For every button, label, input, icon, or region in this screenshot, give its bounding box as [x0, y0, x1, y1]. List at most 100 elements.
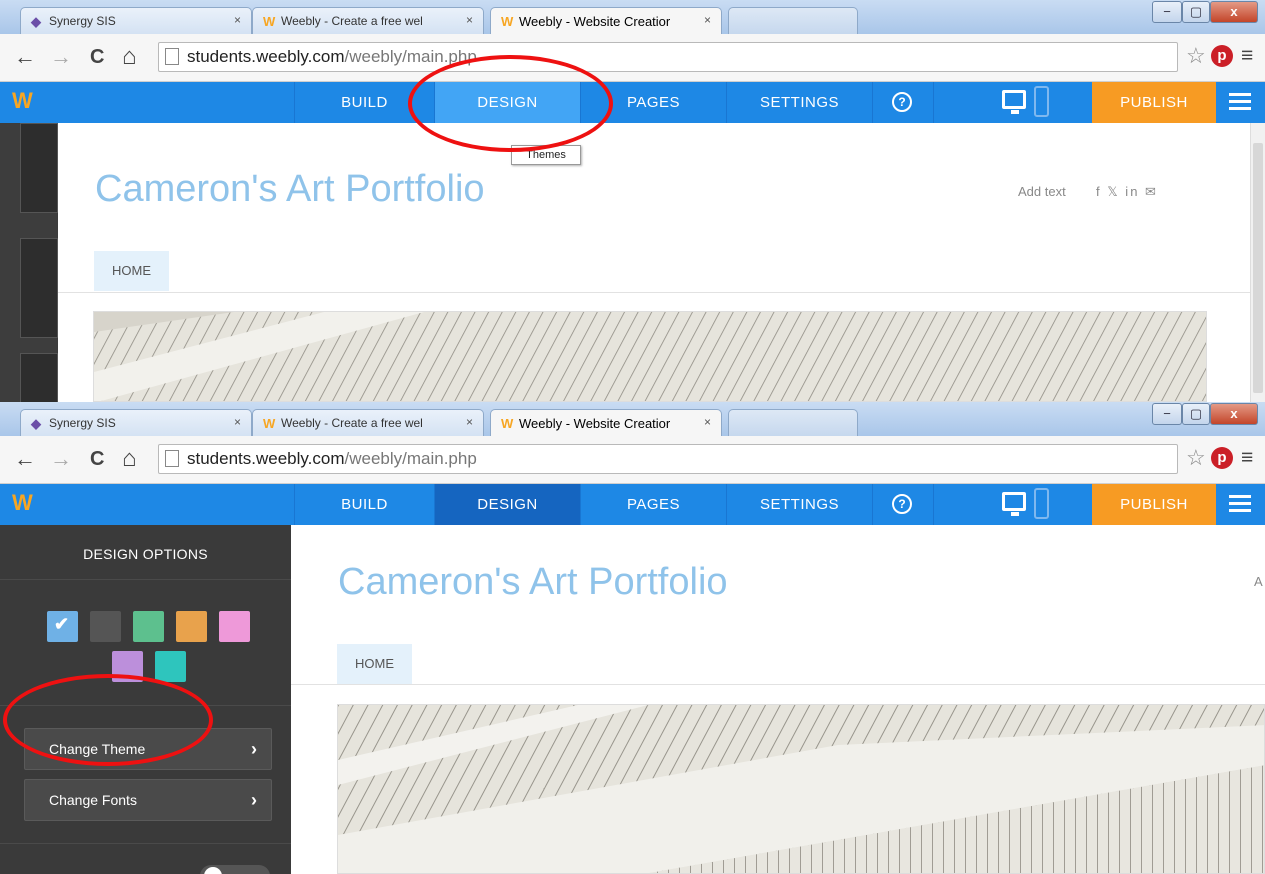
swatch-blue[interactable]: ✔ — [47, 611, 78, 642]
synergy-icon: ◆ — [31, 416, 41, 431]
address-bar: ← → C ⌂ students.weebly.com/weebly/main.… — [0, 436, 1265, 484]
themes-tooltip: Themes — [511, 145, 581, 165]
chevron-right-icon: › — [251, 739, 257, 759]
tab-close-icon[interactable]: × — [234, 415, 241, 429]
help-button[interactable]: ? — [872, 82, 934, 123]
close-window-button[interactable]: x — [1210, 1, 1258, 23]
weebly-logo[interactable]: W — [12, 490, 33, 516]
browser-tab-bar: ◆ Synergy SIS × W Weebly - Create a free… — [0, 402, 1265, 436]
weebly-icon: W — [263, 14, 276, 29]
url-input[interactable]: students.weebly.com/weebly/main.php — [158, 42, 1178, 72]
mobile-view-icon[interactable] — [1034, 488, 1049, 519]
nav-settings[interactable]: SETTINGS — [726, 484, 872, 525]
pinterest-icon[interactable]: p — [1211, 447, 1233, 469]
desktop-view-icon[interactable] — [1002, 492, 1026, 516]
tab-close-icon[interactable]: × — [704, 13, 711, 27]
tab-close-icon[interactable]: × — [704, 415, 711, 429]
weebly-toolbar: W BUILD DESIGN PAGES SETTINGS ? PUBLISH — [0, 484, 1265, 525]
swatch-teal[interactable] — [155, 651, 186, 682]
page-icon — [165, 450, 179, 467]
maximize-button[interactable]: ▢ — [1182, 1, 1210, 23]
minimize-button[interactable]: − — [1152, 1, 1182, 23]
panel-title: DESIGN OPTIONS — [83, 546, 208, 562]
social-icons[interactable]: f 𝕏 in ✉ — [1096, 184, 1158, 200]
site-title[interactable]: Cameron's Art Portfolio — [338, 561, 728, 604]
pinterest-icon[interactable]: p — [1211, 45, 1233, 67]
synergy-icon: ◆ — [31, 14, 41, 29]
design-options-panel: DESIGN OPTIONS ✔ Change Theme › Change F… — [0, 525, 291, 874]
minimize-button[interactable]: − — [1152, 403, 1182, 425]
bookmark-star-icon[interactable]: ☆ — [1186, 43, 1206, 69]
weebly-toolbar: W BUILD DESIGN PAGES SETTINGS ? PUBLISH — [0, 82, 1265, 123]
address-bar: ← → C ⌂ students.weebly.com/weebly/main.… — [0, 34, 1265, 82]
home-icon[interactable]: ⌂ — [122, 43, 137, 71]
nav-pages[interactable]: PAGES — [580, 82, 726, 123]
tab-weebly-creation[interactable]: W Weebly - Website Creatior × — [490, 7, 722, 34]
back-icon[interactable]: ← — [14, 445, 36, 473]
maximize-button[interactable]: ▢ — [1182, 403, 1210, 425]
tab-weebly-create[interactable]: W Weebly - Create a free wel × — [252, 409, 484, 436]
header-image[interactable] — [337, 704, 1265, 874]
change-fonts-button[interactable]: Change Fonts › — [24, 779, 272, 821]
tab-close-icon[interactable]: × — [466, 13, 473, 27]
nav-design[interactable]: DESIGN — [434, 82, 580, 123]
weebly-logo[interactable]: W — [12, 88, 33, 114]
add-text-link[interactable]: Add text — [1018, 184, 1066, 199]
publish-button[interactable]: PUBLISH — [1092, 484, 1216, 525]
hamburger-menu-icon[interactable] — [1229, 90, 1251, 114]
header-image[interactable] — [93, 311, 1207, 402]
desktop-view-icon[interactable] — [1002, 90, 1026, 114]
tab-close-icon[interactable]: × — [466, 415, 473, 429]
nav-home-link[interactable]: HOME — [337, 644, 412, 684]
weebly-icon: W — [501, 14, 514, 29]
nav-settings[interactable]: SETTINGS — [726, 82, 872, 123]
new-tab-button[interactable] — [728, 409, 858, 436]
swatch-green[interactable] — [133, 611, 164, 642]
url-input[interactable]: students.weebly.com/weebly/main.php — [158, 444, 1178, 474]
bookmark-star-icon[interactable]: ☆ — [1186, 445, 1206, 471]
swatch-gray[interactable] — [90, 611, 121, 642]
add-text-link-cut[interactable]: A — [1254, 574, 1263, 589]
reload-icon[interactable]: C — [90, 43, 104, 71]
nav-build[interactable]: BUILD — [294, 82, 434, 123]
screenshot-bottom: ◆ Synergy SIS × W Weebly - Create a free… — [0, 402, 1265, 874]
nav-pages[interactable]: PAGES — [580, 484, 726, 525]
site-title[interactable]: Cameron's Art Portfolio — [95, 168, 485, 211]
new-tab-button[interactable] — [728, 7, 858, 34]
chevron-right-icon: › — [251, 790, 257, 810]
help-icon: ? — [892, 494, 912, 514]
screenshot-top: ◆ Synergy SIS × W Weebly - Create a free… — [0, 0, 1265, 402]
swatch-purple[interactable] — [112, 651, 143, 682]
hamburger-menu-icon[interactable] — [1229, 492, 1251, 516]
help-button[interactable]: ? — [872, 484, 934, 525]
page-scrollbar[interactable] — [1250, 123, 1265, 402]
change-theme-button[interactable]: Change Theme › — [24, 728, 272, 770]
swatch-pink[interactable] — [219, 611, 250, 642]
nav-build[interactable]: BUILD — [294, 484, 434, 525]
nav-home-link[interactable]: HOME — [94, 251, 169, 291]
mobile-view-icon[interactable] — [1034, 86, 1049, 117]
browser-menu-icon[interactable]: ≡ — [1241, 446, 1253, 470]
help-icon: ? — [892, 92, 912, 112]
forward-icon[interactable]: → — [50, 445, 72, 473]
weebly-icon: W — [501, 416, 514, 431]
back-icon[interactable]: ← — [14, 43, 36, 71]
tab-weebly-create[interactable]: W Weebly - Create a free wel × — [252, 7, 484, 34]
check-icon: ✔ — [54, 614, 70, 634]
tab-synergy[interactable]: ◆ Synergy SIS × — [20, 7, 252, 34]
publish-button[interactable]: PUBLISH — [1092, 82, 1216, 123]
close-window-button[interactable]: x — [1210, 403, 1258, 425]
browser-menu-icon[interactable]: ≡ — [1241, 44, 1253, 68]
toggle-switch[interactable] — [200, 865, 270, 874]
reload-icon[interactable]: C — [90, 445, 104, 473]
tab-synergy[interactable]: ◆ Synergy SIS × — [20, 409, 252, 436]
left-panel-collapsed — [0, 123, 58, 402]
swatch-orange[interactable] — [176, 611, 207, 642]
home-icon[interactable]: ⌂ — [122, 445, 137, 473]
weebly-icon: W — [263, 416, 276, 431]
nav-design[interactable]: DESIGN — [434, 484, 580, 525]
tab-close-icon[interactable]: × — [234, 13, 241, 27]
forward-icon[interactable]: → — [50, 43, 72, 71]
page-icon — [165, 48, 179, 65]
tab-weebly-creation[interactable]: W Weebly - Website Creatior × — [490, 409, 722, 436]
